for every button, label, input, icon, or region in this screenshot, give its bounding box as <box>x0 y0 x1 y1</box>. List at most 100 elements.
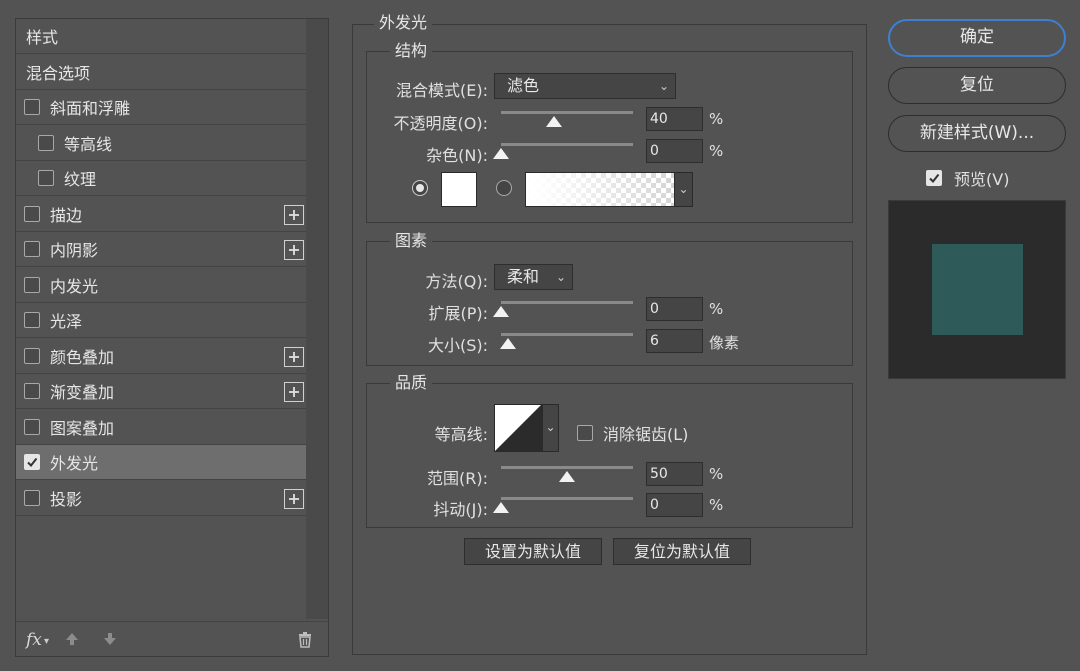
style-checkbox[interactable] <box>24 205 40 222</box>
method-label: 方法(Q): <box>425 272 488 291</box>
style-item-label: 混合选项 <box>26 63 91 83</box>
style-checkbox[interactable] <box>24 383 40 399</box>
style-checkbox[interactable] <box>24 241 40 257</box>
add-effect-plus-icon[interactable] <box>284 382 304 402</box>
contour-dropdown-chevron-icon[interactable]: ⌄ <box>542 404 559 452</box>
chevron-down-icon: ⌄ <box>555 270 566 284</box>
range-label: 范围(R): <box>427 469 488 488</box>
structure-title: 结构 <box>390 42 433 60</box>
new-style-button[interactable]: 新建样式(W)... <box>888 115 1066 152</box>
style-checkbox[interactable] <box>24 312 40 328</box>
opacity-slider-thumb[interactable] <box>545 116 562 127</box>
move-down-icon[interactable] <box>102 631 118 647</box>
styles-list: 样式混合选项斜面和浮雕等高线纹理描边内阴影内发光光泽颜色叠加渐变叠加图案叠加外发… <box>16 19 306 619</box>
method-value: 柔和 <box>507 267 540 286</box>
style-item[interactable]: 斜面和浮雕 <box>16 90 306 125</box>
range-slider-track[interactable] <box>501 466 633 469</box>
range-input[interactable]: 50 <box>646 462 703 486</box>
gradient-radio[interactable] <box>496 180 512 196</box>
style-item-label: 纹理 <box>64 170 97 189</box>
radio-dot-icon <box>416 184 424 192</box>
move-up-icon[interactable] <box>64 631 80 647</box>
style-item[interactable]: 纹理 <box>16 161 306 196</box>
range-slider-thumb[interactable] <box>559 471 575 482</box>
preview-swatch <box>932 244 1023 335</box>
styles-panel: 样式混合选项斜面和浮雕等高线纹理描边内阴影内发光光泽颜色叠加渐变叠加图案叠加外发… <box>15 18 329 657</box>
range-unit: % <box>709 465 724 483</box>
style-checkbox[interactable] <box>38 134 54 151</box>
blend-mode-select[interactable]: 滤色 ⌄ <box>494 73 676 99</box>
style-checkbox[interactable] <box>24 347 40 364</box>
antialias-label: 消除锯齿(L) <box>603 425 689 444</box>
reset-button[interactable]: 复位 <box>888 67 1066 104</box>
noise-slider-thumb[interactable] <box>493 148 509 159</box>
method-select[interactable]: 柔和 ⌄ <box>494 264 573 290</box>
style-item[interactable]: 样式 <box>16 19 306 54</box>
ok-button[interactable]: 确定 <box>888 19 1066 57</box>
style-item-label: 内阴影 <box>50 241 99 260</box>
style-item-label: 内发光 <box>50 276 99 296</box>
preview-checkbox[interactable] <box>926 170 942 186</box>
set-default-button[interactable]: 设置为默认值 <box>464 538 602 565</box>
style-item[interactable]: 描边 <box>16 197 306 232</box>
style-item[interactable]: 内阴影 <box>16 232 306 267</box>
add-effect-plus-icon[interactable] <box>284 488 304 509</box>
fx-dropdown-dot-icon[interactable]: ▾ <box>44 636 49 647</box>
noise-slider-track[interactable] <box>501 143 633 146</box>
elements-title: 图素 <box>390 232 433 250</box>
preview-label: 预览(V) <box>954 170 1010 189</box>
style-item[interactable]: 外发光 <box>16 445 306 480</box>
style-item-label: 外发光 <box>50 454 99 473</box>
style-item[interactable]: 混合选项 <box>16 55 306 90</box>
add-effect-plus-icon[interactable] <box>284 240 304 260</box>
style-checkbox[interactable] <box>24 454 40 470</box>
size-slider-track[interactable] <box>501 333 633 336</box>
styles-scrollbar[interactable] <box>306 19 328 619</box>
preview-option[interactable]: 预览(V) <box>926 166 1009 190</box>
opacity-label: 不透明度(O): <box>393 114 488 133</box>
contour-preview-icon[interactable] <box>494 404 542 452</box>
style-item[interactable]: 等高线 <box>16 126 306 161</box>
style-checkbox[interactable] <box>38 170 54 186</box>
opacity-slider-track[interactable] <box>501 111 633 114</box>
style-item-label: 描边 <box>50 205 83 225</box>
style-item[interactable]: 图案叠加 <box>16 410 306 445</box>
noise-input[interactable]: 0 <box>646 139 703 163</box>
style-item-label: 投影 <box>50 489 83 509</box>
antialias-checkbox[interactable] <box>577 425 593 441</box>
style-item[interactable]: 内发光 <box>16 268 306 303</box>
jitter-unit: % <box>709 496 724 514</box>
glow-color-swatch[interactable] <box>441 172 477 207</box>
solid-color-radio[interactable] <box>412 180 428 196</box>
reset-default-button[interactable]: 复位为默认值 <box>613 538 751 565</box>
style-checkbox[interactable] <box>24 99 40 115</box>
antialias-option[interactable]: 消除锯齿(L) <box>577 421 688 445</box>
opacity-input[interactable]: 40 <box>646 107 703 131</box>
size-slider-thumb[interactable] <box>500 338 517 349</box>
size-input[interactable]: 6 <box>646 329 703 353</box>
style-item-label: 渐变叠加 <box>50 383 115 402</box>
style-item-label: 等高线 <box>64 134 113 154</box>
spread-slider-thumb[interactable] <box>493 306 509 317</box>
jitter-slider-track[interactable] <box>501 497 633 500</box>
style-item-label: 颜色叠加 <box>50 347 115 367</box>
add-effect-plus-icon[interactable] <box>284 204 304 225</box>
style-checkbox[interactable] <box>24 418 40 435</box>
style-checkbox[interactable] <box>24 276 40 293</box>
style-item[interactable]: 光泽 <box>16 303 306 338</box>
fx-icon[interactable]: fx <box>26 630 42 650</box>
spread-slider-track[interactable] <box>501 301 633 304</box>
style-item[interactable]: 投影 <box>16 481 306 516</box>
jitter-slider-thumb[interactable] <box>493 502 509 513</box>
trash-icon[interactable] <box>297 631 313 648</box>
jitter-label: 抖动(J): <box>433 500 488 519</box>
style-item[interactable]: 颜色叠加 <box>16 339 306 374</box>
gradient-preview[interactable] <box>525 172 693 207</box>
contour-label: 等高线: <box>434 425 488 444</box>
jitter-input[interactable]: 0 <box>646 493 703 517</box>
style-checkbox[interactable] <box>24 489 40 506</box>
gradient-dropdown-chevron-icon[interactable]: ⌄ <box>674 172 693 207</box>
style-item[interactable]: 渐变叠加 <box>16 374 306 409</box>
spread-input[interactable]: 0 <box>646 297 703 321</box>
add-effect-plus-icon[interactable] <box>284 346 304 367</box>
